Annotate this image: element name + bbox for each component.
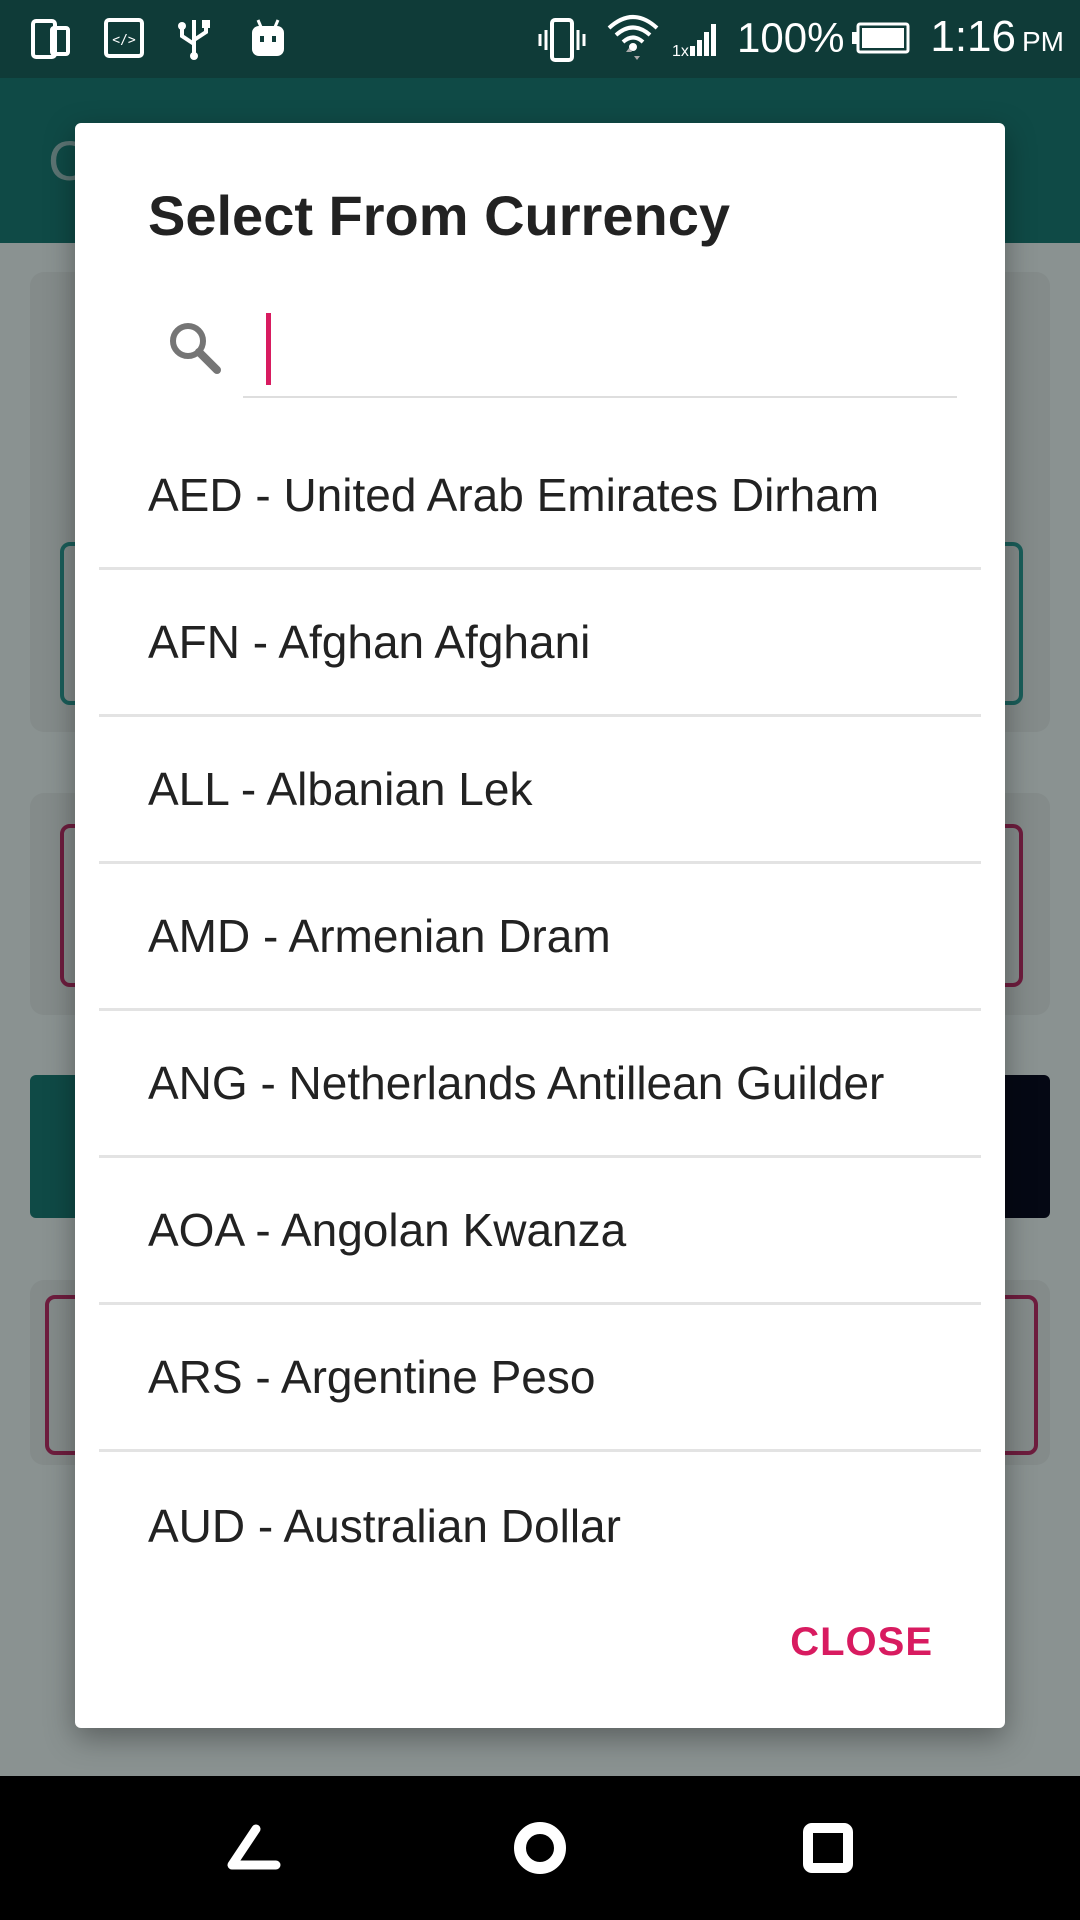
recents-icon (803, 1823, 853, 1873)
search-input[interactable] (243, 298, 957, 398)
wifi-icon (607, 15, 659, 60)
developer-code-icon: </> (104, 18, 144, 58)
currency-dialog: Select From Currency AED - United Arab E… (75, 123, 1005, 1728)
currency-item-all[interactable]: ALL - Albanian Lek (99, 717, 981, 864)
svg-text:</>: </> (112, 33, 136, 48)
back-icon (227, 1824, 281, 1870)
currency-item-amd[interactable]: AMD - Armenian Dram (99, 864, 981, 1011)
close-button[interactable]: CLOSE (790, 1620, 933, 1665)
currency-item-aoa[interactable]: AOA - Angolan Kwanza (99, 1158, 981, 1305)
home-icon (514, 1822, 566, 1874)
currency-item-afn[interactable]: AFN - Afghan Afghani (99, 570, 981, 717)
sim-card-icon (31, 19, 70, 59)
currency-item-ang[interactable]: ANG - Netherlands Antillean Guilder (99, 1011, 981, 1158)
currency-item-aud[interactable]: AUD - Australian Dollar (99, 1452, 981, 1599)
clock-ampm: PM (1022, 26, 1064, 57)
battery-icon (852, 22, 910, 54)
navigation-bar (0, 1776, 1080, 1920)
recents-button[interactable] (748, 1776, 908, 1920)
currency-list: AED - United Arab Emirates Dirham AFN - … (99, 423, 981, 1599)
status-bar: </> 1x 100% 1:16 PM (0, 0, 1080, 78)
clock: 1:16 PM (930, 12, 1064, 62)
back-button[interactable] (172, 1776, 332, 1920)
signal-icon: 1x (672, 24, 716, 58)
usb-icon (178, 20, 210, 60)
dialog-title: Select From Currency (148, 184, 730, 247)
text-cursor (266, 313, 271, 385)
vibrate-icon (538, 18, 586, 62)
svg-text:1x: 1x (672, 43, 689, 58)
clock-time: 1:16 (930, 12, 1016, 61)
currency-item-aed[interactable]: AED - United Arab Emirates Dirham (99, 423, 981, 570)
search-icon (170, 323, 221, 374)
android-icon (252, 19, 284, 56)
home-button[interactable] (460, 1776, 620, 1920)
currency-item-ars[interactable]: ARS - Argentine Peso (99, 1305, 981, 1452)
battery-percent: 100% (737, 14, 845, 61)
